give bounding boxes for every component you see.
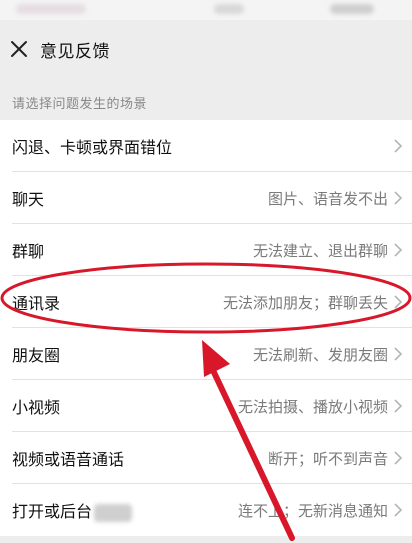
list-item-short-video[interactable]: 小视频 无法拍摄、播放小视频 [0,380,412,432]
list-item-video-voice-call[interactable]: 视频或语音通话 断开；听不到声音 [0,432,412,484]
list-item-desc: 图片、语音发不出 [267,189,388,208]
wifi-icon [214,4,244,14]
list-item-title: 朋友圈 [12,346,61,365]
page-title: 意见反馈 [40,41,110,62]
chevron-right-icon [394,503,403,517]
list-item-title: 视频或语音通话 [12,450,125,469]
redacted-text [94,503,133,522]
section-hint-text: 请选择问题发生的场景 [12,96,148,112]
status-bar [0,0,412,20]
list-item-contacts[interactable]: 通讯录 无法添加朋友；群聊丢失 [0,276,412,328]
list-item-desc: 无法刷新、发朋友圈 [252,345,388,364]
list-item-title: 通讯录 [12,294,61,313]
list-item-desc: 无法添加朋友；群聊丢失 [222,293,388,312]
navigation-bar: 意见反馈 [0,20,412,78]
list-item-moments[interactable]: 朋友圈 无法刷新、发朋友圈 [0,328,412,380]
chevron-right-icon [394,191,403,205]
chevron-right-icon [394,295,403,309]
list-item-desc: 连不上；无新消息通知 [237,501,388,520]
list-item-title: 打开或后台 [12,498,133,522]
chevron-right-icon [394,451,403,465]
close-button[interactable] [6,36,32,62]
close-icon [11,41,27,57]
chevron-right-icon [394,243,403,257]
list-item-title: 小视频 [12,398,61,417]
list-item-title: 群聊 [12,242,45,261]
list-item-desc: 无法拍摄、播放小视频 [237,397,388,416]
list-item-chat[interactable]: 聊天 图片、语音发不出 [0,172,412,224]
chevron-right-icon [394,139,403,153]
list-item-group-chat[interactable]: 群聊 无法建立、退出群聊 [0,224,412,276]
list-item-title: 聊天 [12,190,45,209]
section-hint: 请选择问题发生的场景 [0,84,412,120]
list-item-open-background[interactable]: 打开或后台 连不上；无新消息通知 [0,484,412,536]
status-bar-blurred-left [16,4,86,14]
list-item-desc: 断开；听不到声音 [267,449,388,468]
list-item-title-text: 打开或后台 [12,502,93,521]
list-item-title: 闪退、卡顿或界面错位 [12,138,173,157]
chevron-right-icon [394,347,403,361]
scene-list: 闪退、卡顿或界面错位 聊天 图片、语音发不出 群聊 无法建立、退出群聊 通讯录 … [0,120,412,536]
list-item-desc: 无法建立、退出群聊 [252,241,388,260]
chevron-right-icon [394,399,403,413]
list-item-crash[interactable]: 闪退、卡顿或界面错位 [0,120,412,172]
battery-icon [330,4,374,14]
